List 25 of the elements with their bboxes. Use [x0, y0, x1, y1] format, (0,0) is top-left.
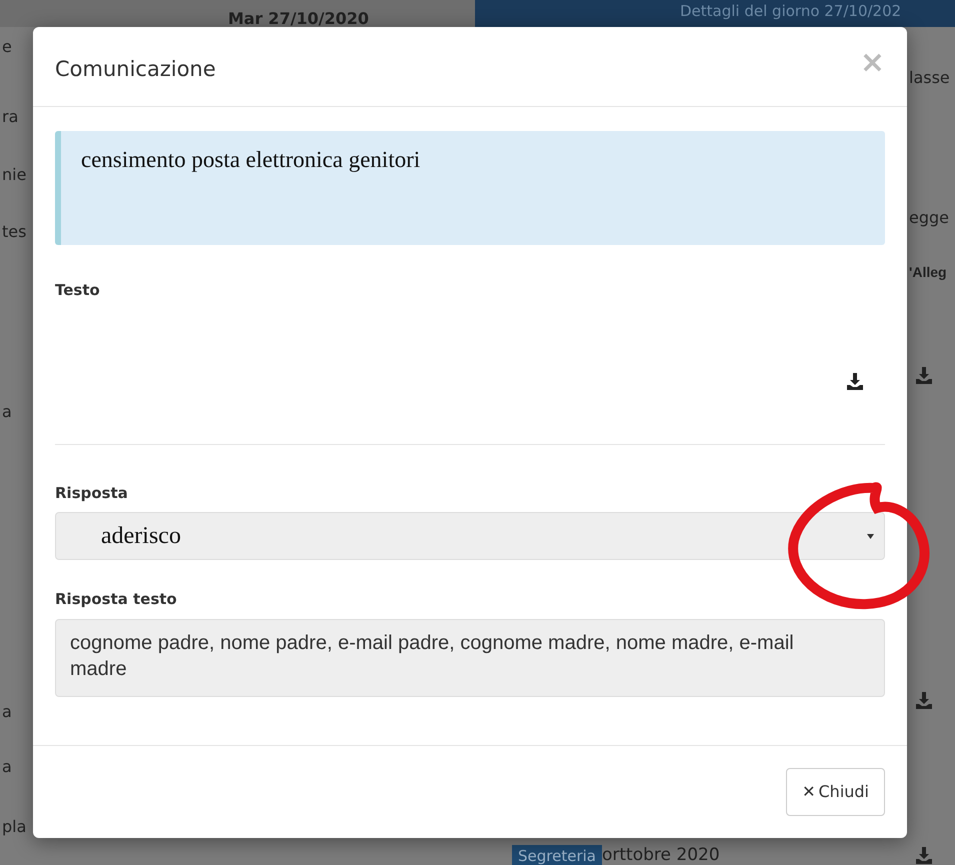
table-cell-text: orttobre 2020	[602, 844, 720, 865]
table-cell-text: egge	[909, 207, 949, 229]
table-cell-text: ra	[2, 106, 18, 128]
response-select[interactable]: aderisco	[55, 512, 885, 560]
table-cell-text: lasse	[909, 67, 950, 89]
download-icon[interactable]	[847, 373, 863, 390]
caret-icon	[867, 534, 874, 539]
table-cell-text: nie	[2, 164, 26, 186]
response-textarea[interactable]: cognome padre, nome padre, e-mail padre, cognome madre, nome madre, e-mail madre	[55, 618, 885, 697]
subject-alert: censimento posta elettronica genitori	[55, 131, 885, 246]
table-cell-text: a	[2, 401, 12, 423]
table-cell-text: pla	[2, 816, 26, 838]
field-label: Risposta	[55, 482, 129, 504]
details-bar: Dettagli del giorno 27/10/202	[475, 0, 955, 27]
table-cell-text: a	[2, 701, 12, 723]
field-label: Risposta testo	[55, 589, 178, 610]
table-cell-text: e	[2, 36, 12, 58]
date-heading: Mar 27/10/2020	[228, 11, 369, 27]
field-label: Testo	[55, 280, 101, 302]
segreteria-badge: Segreteria	[512, 845, 602, 865]
table-cell-text: 'Alleg	[909, 263, 947, 282]
table-cell-text: a	[2, 756, 12, 778]
modal-title: Comunicazione	[55, 57, 216, 82]
close-button[interactable]: ✕ Chiudi	[786, 768, 885, 816]
table-cell-text: tes	[2, 221, 26, 243]
